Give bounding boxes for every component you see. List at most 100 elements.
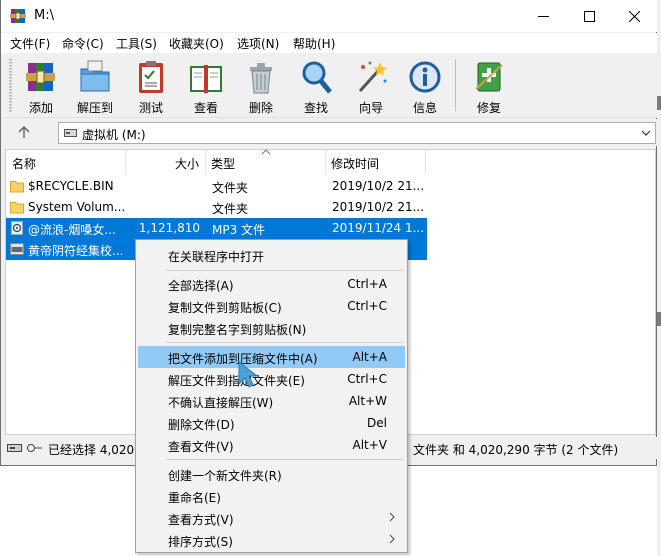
close-button[interactable]	[611, 0, 657, 32]
ctx-label: 在关联程序中打开	[168, 250, 265, 264]
ctx-separator	[166, 270, 403, 271]
add-button-label: 添加	[28, 101, 53, 115]
ctx-shortcut: Del	[367, 416, 387, 430]
test-button-label: 测试	[138, 101, 163, 115]
ctx-separator	[166, 459, 403, 460]
toolbar-separator	[455, 59, 456, 111]
menu-options[interactable]: 选项(N)	[237, 35, 279, 52]
view-button-label: 查看	[193, 101, 218, 115]
info-icon	[409, 61, 441, 93]
find-button[interactable]: 查找	[288, 57, 344, 115]
ctx-shortcut: Alt+A	[352, 350, 387, 364]
ctx-extract-without-confirm[interactable]: 不确认直接解压(W) Alt+W	[138, 390, 405, 412]
minimize-button[interactable]	[520, 0, 566, 32]
view-book-icon	[190, 65, 222, 93]
background-mark	[657, 312, 661, 326]
ctx-delete-files[interactable]: 删除文件(D) Del	[138, 412, 405, 434]
extract-folder-icon	[80, 60, 110, 92]
audio-file-icon	[11, 221, 23, 235]
magic-wand-icon	[358, 61, 387, 93]
maximize-icon	[583, 10, 595, 22]
address-path: 虚拟机 (M:)	[82, 128, 146, 142]
ctx-copy-files[interactable]: 复制文件到剪贴板(C) Ctrl+C	[138, 295, 405, 317]
file-type: 文件夹	[212, 181, 249, 195]
ctx-add-to-archive[interactable]: 把文件添加到压缩文件中(A) Alt+A	[138, 346, 405, 368]
add-archive-icon	[26, 63, 55, 91]
winrar-app-icon	[10, 9, 26, 23]
ctx-label: 查看方式(V)	[168, 513, 234, 527]
chevron-down-icon[interactable]	[641, 129, 651, 137]
column-header-modified[interactable]: 修改时间	[326, 150, 426, 174]
ctx-label: 排序方式(S)	[168, 535, 233, 549]
drive-status-icon	[7, 444, 42, 452]
ctx-label: 全部选择(A)	[168, 279, 234, 293]
menu-bar: 文件(F) 命令(C) 工具(S) 收藏夹(O) 选项(N) 帮助(H)	[1, 33, 657, 53]
toolbar-grip[interactable]	[9, 59, 12, 112]
menu-favorites[interactable]: 收藏夹(O)	[169, 35, 224, 52]
ctx-view-file[interactable]: 查看文件(V) Alt+V	[138, 434, 405, 456]
delete-button-label: 删除	[248, 101, 273, 115]
status-totals: 文件夹 和 4,020,290 字节 (2 个文件)	[413, 443, 619, 457]
menu-file[interactable]: 文件(F)	[10, 35, 50, 52]
info-button[interactable]: 信息	[397, 57, 453, 115]
ctx-label: 查看文件(V)	[168, 440, 234, 454]
repair-kit-icon	[475, 62, 503, 92]
ctx-select-all[interactable]: 全部选择(A) Ctrl+A	[138, 273, 405, 295]
ctx-view-mode[interactable]: 查看方式(V)	[138, 507, 405, 529]
ctx-open-with-associated[interactable]: 在关联程序中打开	[138, 244, 405, 266]
ctx-label: 创建一个新文件夹(R)	[168, 469, 282, 483]
ctx-sort-by[interactable]: 排序方式(S)	[138, 529, 405, 551]
address-combobox[interactable]: 虚拟机 (M:)	[58, 122, 656, 144]
menu-commands[interactable]: 命令(C)	[62, 35, 104, 52]
folder-icon	[10, 181, 24, 193]
ctx-shortcut: Ctrl+C	[347, 299, 387, 313]
up-arrow-icon[interactable]	[15, 123, 33, 141]
file-type: 文件夹	[212, 202, 249, 216]
context-menu: 在关联程序中打开 全部选择(A) Ctrl+A 复制文件到剪贴板(C) Ctrl…	[135, 239, 408, 553]
column-header-size[interactable]: 大小	[126, 150, 206, 174]
title-bar[interactable]: M:\	[1, 0, 657, 32]
maximize-button[interactable]	[566, 0, 612, 32]
close-icon	[628, 10, 640, 22]
address-row: 虚拟机 (M:)	[1, 119, 657, 146]
ctx-copy-full-names[interactable]: 复制完整名字到剪贴板(N)	[138, 317, 405, 339]
delete-button[interactable]: 删除	[233, 57, 289, 115]
toolbar: 添加 解压到 测试 查看 删除 查找 向导 信息 修复	[1, 53, 657, 118]
wizard-button[interactable]: 向导	[343, 57, 399, 115]
ctx-extract-to-folder[interactable]: 解压文件到指定文件夹(E) Ctrl+C	[138, 368, 405, 390]
file-modified: 2019/10/2 21...	[332, 179, 425, 193]
ctx-shortcut: Ctrl+C	[347, 372, 387, 386]
folder-icon	[10, 202, 24, 214]
ctx-label: 重命名(E)	[168, 491, 221, 505]
minimize-icon	[537, 15, 549, 17]
desktop-background	[657, 0, 661, 556]
file-type: MP3 文件	[212, 223, 266, 237]
info-button-label: 信息	[412, 101, 437, 115]
file-row[interactable]: $RECYCLE.BIN 文件夹 2019/10/2 21...	[6, 176, 427, 197]
ctx-create-folder[interactable]: 创建一个新文件夹(R)	[138, 463, 405, 485]
file-row[interactable]: @流浪-烟嗓女... 1,121,810 MP3 文件 2019/11/24 1…	[6, 218, 427, 239]
file-name: $RECYCLE.BIN	[28, 179, 114, 193]
pdf-file-icon	[10, 243, 24, 255]
repair-button-label: 修复	[476, 101, 501, 115]
ctx-rename[interactable]: 重命名(E)	[138, 485, 405, 507]
mouse-cursor-icon	[238, 360, 258, 388]
view-button[interactable]: 查看	[178, 57, 234, 115]
menu-tools[interactable]: 工具(S)	[116, 35, 157, 52]
test-button[interactable]: 测试	[123, 57, 179, 115]
wizard-button-label: 向导	[358, 101, 383, 115]
background-mark	[657, 96, 661, 110]
chevron-right-icon	[389, 512, 395, 522]
add-button[interactable]: 添加	[13, 57, 69, 115]
file-name: System Volum...	[28, 200, 126, 214]
file-row[interactable]: System Volum... 文件夹 2019/10/2 21...	[6, 197, 427, 218]
ctx-shortcut: Alt+V	[352, 438, 387, 452]
column-header-name[interactable]: 名称	[6, 150, 126, 174]
drive-icon	[64, 129, 77, 137]
file-modified: 2019/11/24 1...	[332, 221, 425, 235]
menu-help[interactable]: 帮助(H)	[293, 35, 335, 52]
ctx-label: 复制完整名字到剪贴板(N)	[168, 323, 307, 337]
extract-to-button[interactable]: 解压到	[67, 57, 123, 115]
repair-button[interactable]: 修复	[461, 57, 517, 115]
magnifier-icon	[302, 61, 332, 94]
